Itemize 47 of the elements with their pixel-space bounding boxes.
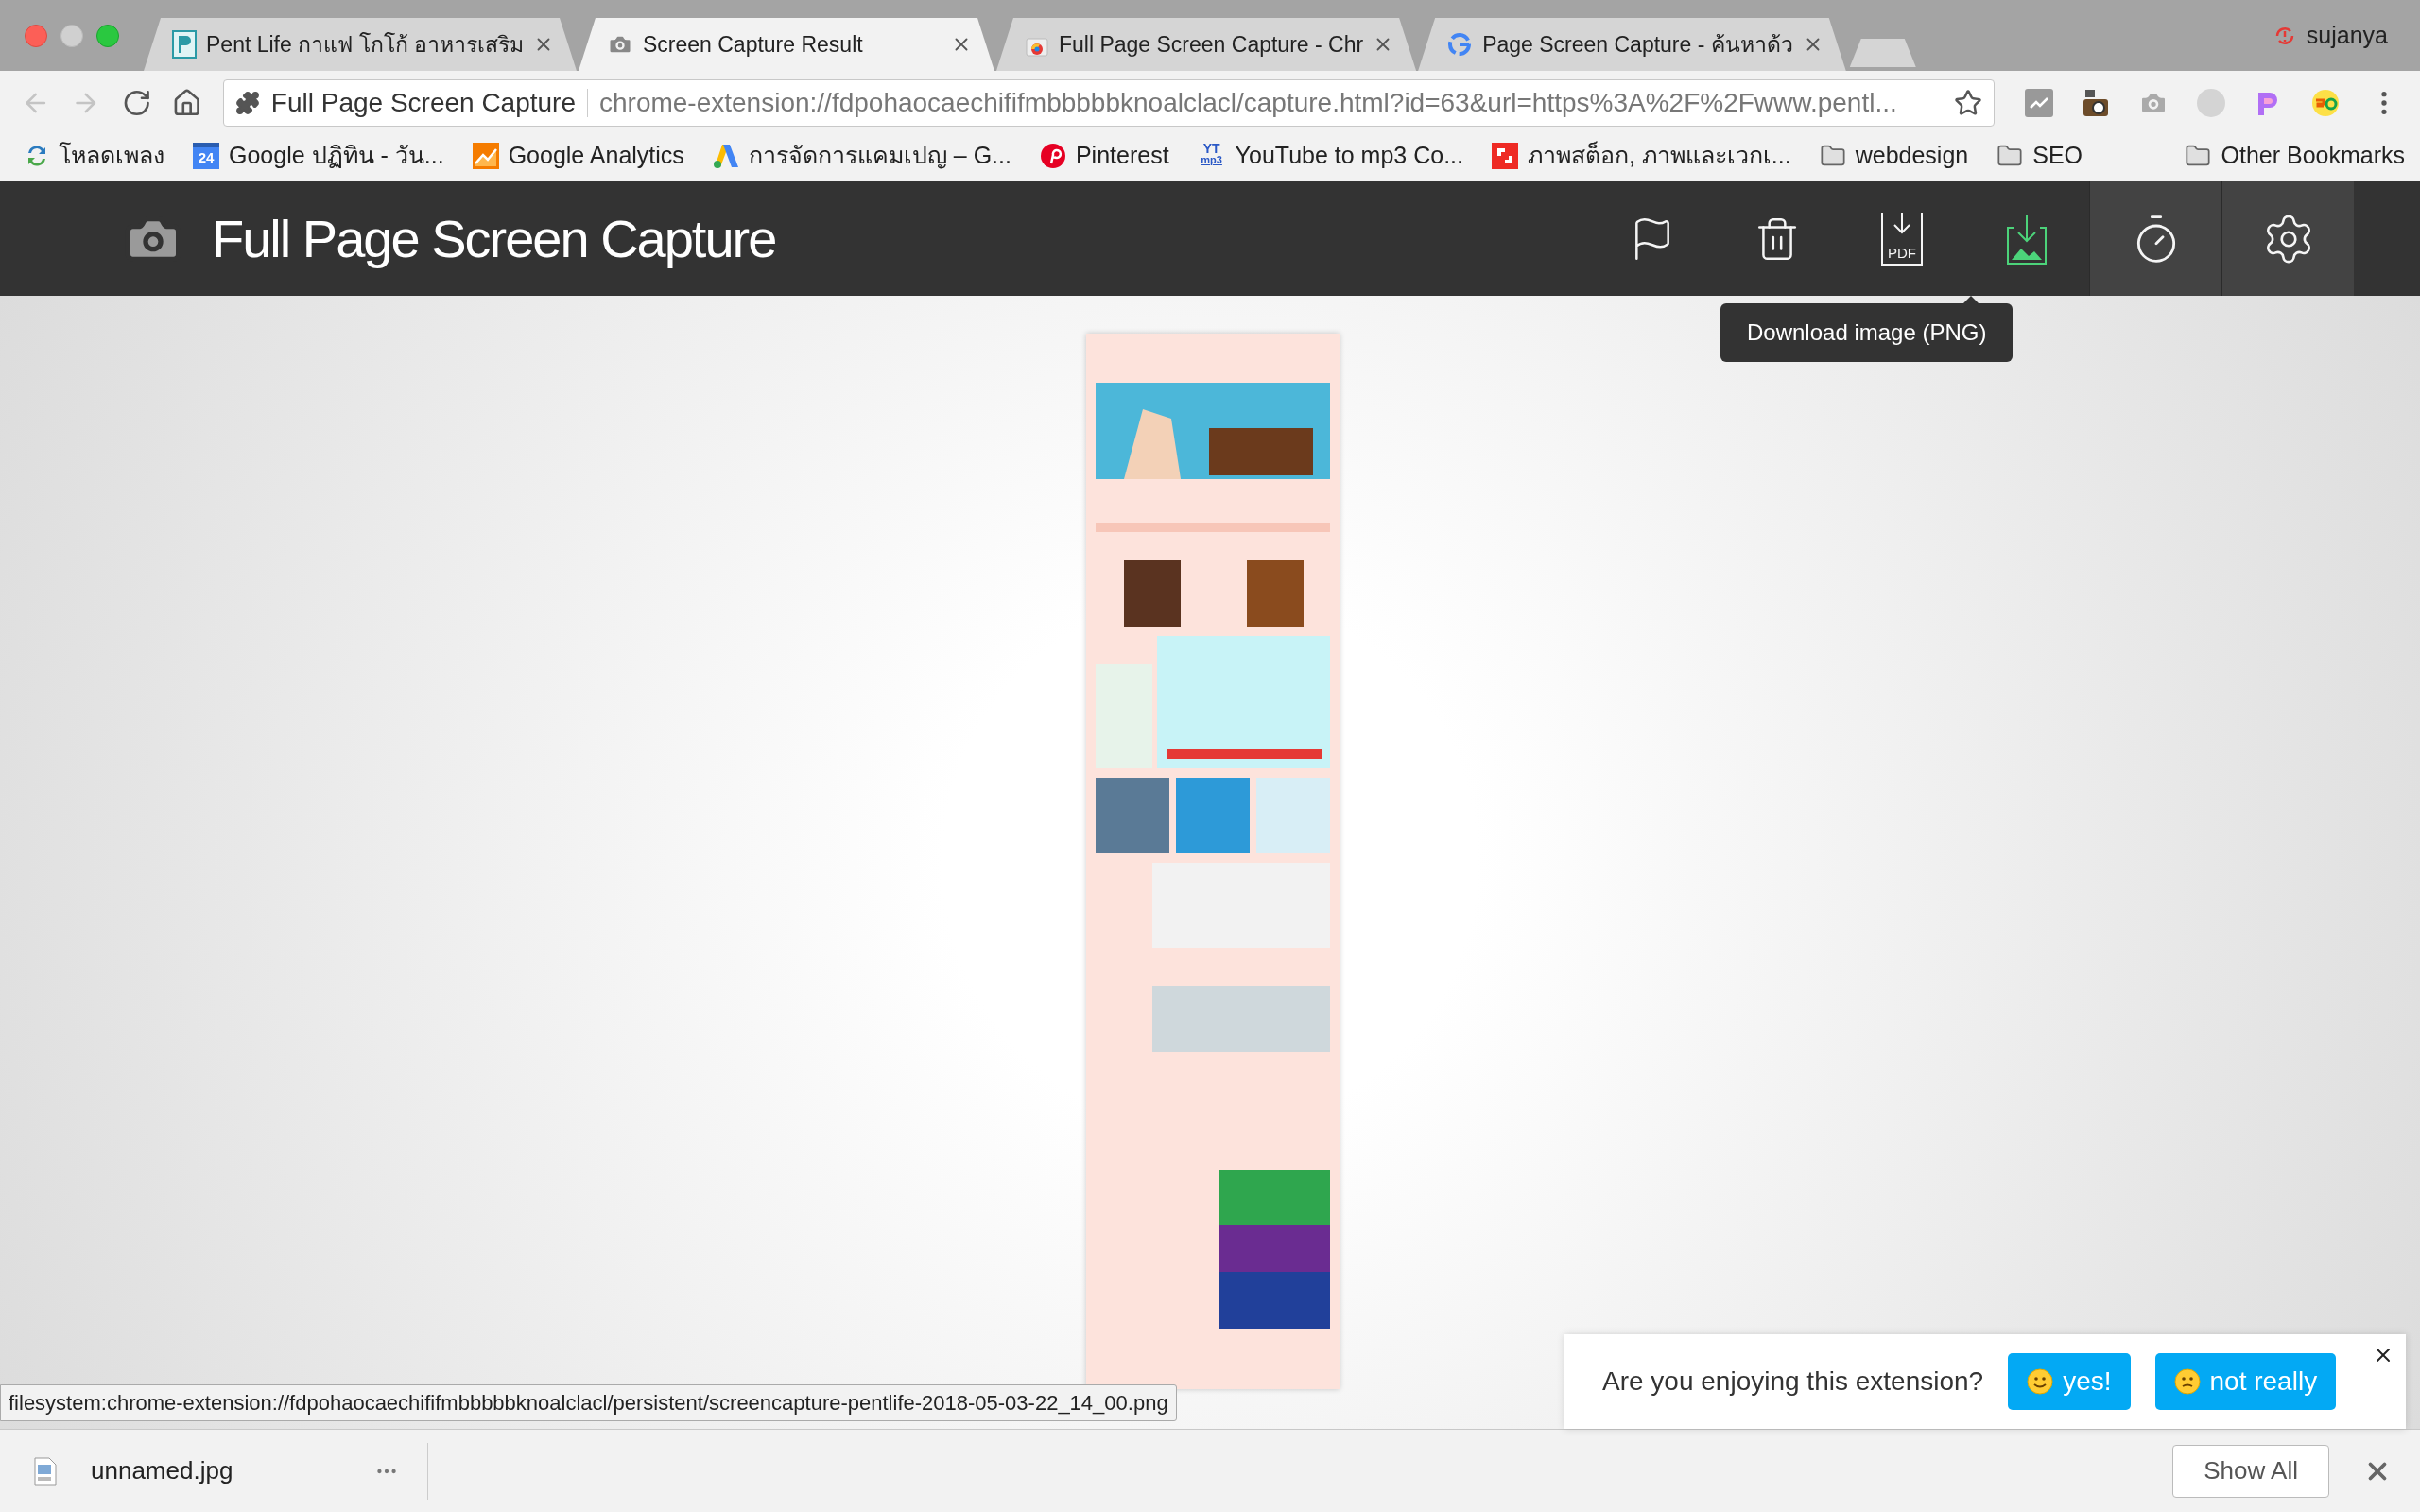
- bookmark-link[interactable]: Pinterest: [1075, 138, 1169, 174]
- bookmark-link[interactable]: YouTube to mp3 Co...: [1235, 138, 1463, 174]
- home-icon[interactable]: [172, 88, 202, 118]
- browser-tab[interactable]: Pent Life กาแฟ โกโก้ อาหารเสริม: [144, 18, 577, 71]
- tab-title: Page Screen Capture - ค้นหาด้ว: [1482, 30, 1793, 59]
- show-all-button[interactable]: Show All: [2172, 1444, 2329, 1498]
- bookmark-link[interactable]: Other Bookmarks: [2221, 138, 2405, 174]
- feedback-question: Are you enjoying this extension?: [1602, 1366, 1984, 1398]
- calendar-icon: 24: [193, 143, 219, 169]
- status-url: filesystem:chrome-extension://fdpohaocaechififmbbbbbknoalclacl/persistent/screencapture-pentlife-2018-05-03-22_14_00.png: [0, 1384, 1177, 1421]
- download-file-name[interactable]: unnamed.jpg: [91, 1452, 374, 1489]
- image-file-icon: [34, 1456, 57, 1486]
- puzzle-icon: [234, 91, 260, 115]
- star-icon[interactable]: [1954, 89, 1982, 117]
- url-text: chrome-extension://fdpohaocaechififmbbbbbknoalclacl/capture.html?id=63&url=https%3A%2F%2Fwww.pentl...: [599, 87, 1898, 119]
- tab-title: Full Page Screen Capture - Chr: [1058, 30, 1364, 59]
- browser-tab[interactable]: Page Screen Capture - ค้นหาด้ว: [1418, 18, 1846, 71]
- tab-title: Pent Life กาแฟ โกโก้ อาหารเสริม: [206, 30, 524, 59]
- bookmark-link[interactable]: โหลดเพลง: [59, 138, 164, 174]
- site-label: Full Page Screen Capture: [270, 87, 576, 119]
- address-field[interactable]: Full Page Screen Capture chrome-extension://fdpohaocaechififmbbbbbknoalclacl/capture.html?id=63&url=https%3A%2F%2Fwww.pentl...: [222, 79, 1995, 127]
- sq-logo-extension-icon[interactable]: [2310, 89, 2341, 117]
- smiling-face-icon: [2027, 1368, 2054, 1395]
- ads-logo-icon: [712, 143, 739, 169]
- trend-extension-icon[interactable]: [2025, 89, 2053, 117]
- app-title: Full Page Screen Capture: [212, 207, 776, 270]
- webcam-extension-icon[interactable]: [2082, 88, 2110, 118]
- pdf-download-icon[interactable]: PDF: [1881, 212, 1923, 266]
- site-logo-icon: [172, 30, 197, 59]
- yt-mp3-icon: YT mp3: [1197, 142, 1226, 170]
- profile-name[interactable]: sujanya: [2306, 17, 2388, 54]
- bookmark-link[interactable]: Google Analytics: [508, 138, 684, 174]
- browser-tab[interactable]: Screen Capture Result: [578, 18, 994, 71]
- google-g-icon: [1446, 31, 1474, 58]
- bookmark-link[interactable]: ภาพสต็อก, ภาพและเวกเ...: [1527, 138, 1791, 174]
- tab-title: Screen Capture Result: [642, 30, 864, 59]
- pin-logo-icon: [1039, 143, 1066, 169]
- stock-logo-icon: [1491, 143, 1518, 169]
- bookmark-link[interactable]: webdesign: [1855, 138, 1969, 174]
- bookmark-link[interactable]: SEO: [2032, 138, 2083, 174]
- bookmark-link[interactable]: Google ปฏิทิน - วัน...: [229, 138, 444, 174]
- tooltip: Download image (PNG): [1720, 303, 2014, 362]
- bookmark-link[interactable]: การจัดการแคมเปญ – G...: [748, 138, 1011, 174]
- image-download-icon[interactable]: [2006, 212, 2048, 266]
- chart-icon: [472, 143, 499, 169]
- browser-tab[interactable]: Full Page Screen Capture - Chr: [995, 18, 1417, 71]
- frowning-face-icon: [2173, 1368, 2201, 1395]
